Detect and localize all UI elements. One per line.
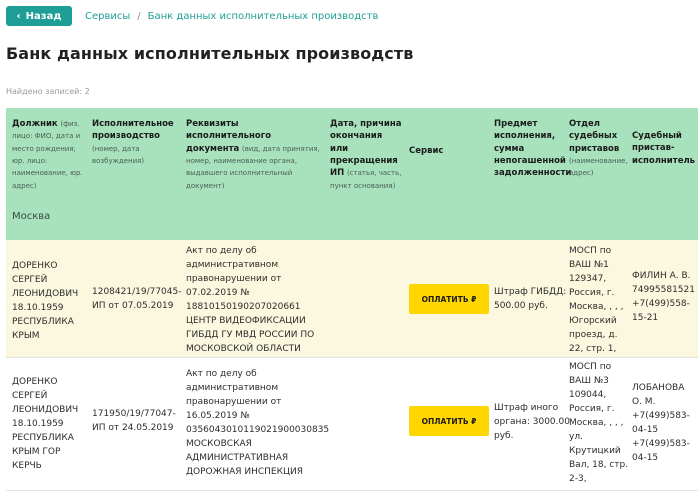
header-bailiff: Судебный пристав-исполнитель [632,131,696,166]
header-document: Реквизиты исполнительного документа (вид… [186,119,320,190]
header-end-date: Дата, причина окончания или прекращения … [330,119,402,190]
top-navigation: ‹ Назад Сервисы / Банк данных исполнител… [6,6,378,26]
cell-proceeding: 171950/19/77047- ИП от 24.05.2019 [92,409,176,433]
cell-document: Акт по делу об административном правонар… [186,246,315,354]
header-service: Сервис [409,146,444,156]
cell-proceeding: 1208421/19/77045- ИП от 07.05.2019 [92,287,182,311]
header-debtor: Должник (физ. лицо: ФИО, дата и место ро… [12,119,83,190]
table-header: Должник (физ. лицо: ФИО, дата и место ро… [6,108,698,240]
header-proceeding: Исполнительное производство (номер, дата… [92,119,174,165]
table-row: ДОРЕНКО СЕРГЕЙ ЛЕОНИДОВИЧ 18.10.1959 РЕС… [6,358,698,491]
pay-button[interactable]: ОПЛАТИТЬ ₽ [409,284,489,314]
cell-department: МОСП по ВАШ №1 129347, Россия, г. Москва… [569,246,624,354]
page-title: Банк данных исполнительных производств [6,44,414,63]
header-department: Отдел судебных приставов (наименование, … [569,119,628,178]
results-table: Должник (физ. лицо: ФИО, дата и место ро… [6,108,698,491]
cell-department: МОСП по ВАШ №3 109044, Россия, г. Москва… [569,362,629,484]
pay-button[interactable]: ОПЛАТИТЬ ₽ [409,406,489,436]
cell-document: Акт по делу об административном правонар… [186,369,330,477]
header-subject: Предмет исполнения, сумма непогашенной з… [494,119,572,179]
breadcrumb-separator: / [137,10,141,22]
back-button-label: Назад [25,10,62,22]
records-found-count: Найдено записей: 2 [6,87,90,96]
breadcrumb-current[interactable]: Банк данных исполнительных производств [148,11,379,22]
breadcrumb-services[interactable]: Сервисы [85,11,130,22]
cell-bailiff: ФИЛИН А. В. 74995581521 +7(499)558- 15-2… [632,271,695,323]
back-button[interactable]: ‹ Назад [6,6,72,26]
region-label: Москва [12,211,51,222]
breadcrumb: Сервисы / Банк данных исполнительных про… [85,11,378,22]
cell-subject: Штраф иного органа: 3000.00 руб. [494,403,570,441]
cell-bailiff: ЛОБАНОВА О. М. +7(499)583- 04-15 +7(499)… [632,383,690,463]
cell-debtor: ДОРЕНКО СЕРГЕЙ ЛЕОНИДОВИЧ 18.10.1959 РЕС… [12,261,79,341]
chevron-left-icon: ‹ [16,10,21,22]
table-row: ДОРЕНКО СЕРГЕЙ ЛЕОНИДОВИЧ 18.10.1959 РЕС… [6,240,698,358]
cell-debtor: ДОРЕНКО СЕРГЕЙ ЛЕОНИДОВИЧ 18.10.1959 РЕС… [12,377,79,471]
cell-subject: Штраф ГИБДД: 500.00 руб. [494,287,567,311]
